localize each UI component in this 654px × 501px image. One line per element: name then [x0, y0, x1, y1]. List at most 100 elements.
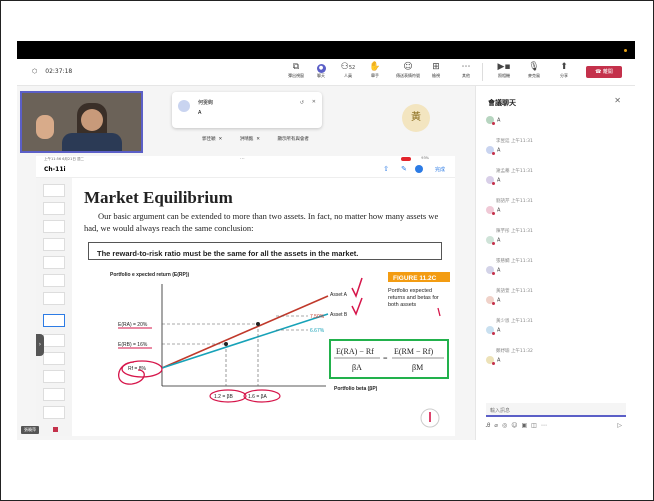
status-dot: [624, 49, 627, 52]
show-all-participants-link[interactable]: 顯示所有與會者: [277, 137, 309, 142]
more-icon[interactable]: ⋯: [541, 422, 551, 429]
sticker-icon[interactable]: ◫: [531, 422, 541, 429]
avatar: [486, 326, 495, 335]
share-button[interactable]: ⬆ 分享: [551, 62, 577, 79]
page-thumbnail[interactable]: [43, 202, 65, 215]
toolbar-label: 彈出視窗: [288, 73, 304, 78]
message-meta: 謝孟蓁 上午11:31: [496, 168, 533, 174]
share-icon[interactable]: ⇧: [383, 165, 389, 173]
participant-strip: 郭佳穎 ✕ 洪晴甄 ✕ 顯示所有與會者: [202, 136, 309, 142]
avatar: [486, 206, 495, 215]
participant-avatar[interactable]: 黃: [402, 104, 430, 132]
formula-box: [329, 339, 449, 379]
pen-tool-icon[interactable]: [415, 165, 423, 173]
message-time: 上午11:31: [510, 199, 533, 204]
gif-icon[interactable]: ▣: [521, 422, 531, 429]
page-thumbnail[interactable]: [43, 292, 65, 305]
avatar: [486, 236, 495, 245]
reactions-button[interactable]: ☺ 傳送表情符號: [393, 62, 423, 79]
loop-icon[interactable]: ◎: [502, 422, 511, 429]
message-meta: 陳芋彤 上午11:31: [496, 228, 533, 234]
avatar: [486, 146, 495, 155]
message-time: 上午11:31: [510, 259, 533, 264]
page-thumbnail[interactable]: [43, 352, 65, 365]
view-button[interactable]: ⊞ 檢視: [423, 62, 449, 79]
message-meta: 鄭妤瑜 上午11:32: [496, 348, 533, 354]
message-author: 張慈嫻: [496, 259, 510, 264]
avatar: [486, 116, 495, 125]
close-icon[interactable]: ✕: [614, 96, 621, 105]
raise-hand-icon: ✋: [369, 62, 381, 72]
participant-name[interactable]: 郭佳穎: [202, 137, 216, 142]
message-text: A: [497, 297, 501, 304]
attach-icon[interactable]: ⌀: [494, 422, 502, 429]
x-tick-b: 1.2 = βB: [214, 394, 234, 400]
highlight-box: The reward-to-risk ratio must be the sam…: [88, 242, 442, 260]
mic-button[interactable]: 🎙 麥克風: [521, 62, 547, 79]
page-thumbnail[interactable]: [43, 238, 65, 251]
share-tray-icon: ⧉: [292, 62, 300, 72]
figure-caption-line: returns and betas for: [388, 295, 439, 301]
send-icon[interactable]: ▷: [617, 422, 626, 429]
point-b: [224, 342, 228, 346]
raise-hand-button[interactable]: ✋ 舉手: [362, 62, 388, 79]
equilibrium-figure: Portfolio e xpected return (E(RP)) E(RA)…: [110, 272, 450, 428]
popout-button[interactable]: ⧉ 彈出視窗: [283, 62, 309, 79]
camera-button[interactable]: ▶▪ 照相機: [491, 62, 517, 79]
chat-notification[interactable]: 何雯絢 A ↺ ✕: [172, 92, 322, 128]
people-button[interactable]: ⚇52 人員: [335, 62, 361, 79]
sidebar-handle[interactable]: ›: [36, 334, 44, 356]
page-thumbnail[interactable]: [43, 184, 65, 197]
page-thumbnail-current[interactable]: [43, 314, 65, 327]
toolbar-label: 其他: [462, 73, 470, 78]
message-text: A: [497, 267, 501, 274]
chat-input[interactable]: 輸入訊息: [486, 403, 626, 417]
message-text: A: [497, 357, 501, 364]
message-meta: 李昱廷 上午11:31: [496, 138, 533, 144]
toolbar-label: 照相機: [498, 73, 510, 78]
page-thumbnail[interactable]: [43, 220, 65, 233]
y-tick-b: E(RB) = 16%: [118, 342, 148, 348]
emoji-icon[interactable]: ☺: [511, 422, 521, 429]
page-thumbnail[interactable]: [43, 334, 65, 347]
message-text: A: [497, 327, 501, 334]
y-axis-label: Portfolio e xpected return (E(RP)): [110, 272, 190, 278]
page-thumbnail[interactable]: [43, 388, 65, 401]
toolbar-label: 人員: [344, 73, 352, 78]
video-hand: [36, 115, 54, 139]
message-time: 上午11:31: [510, 229, 533, 234]
asset-b-label: Asset B: [330, 312, 348, 318]
reply-icon[interactable]: ↺: [300, 100, 304, 106]
mic-off-icon: ✕: [256, 137, 260, 142]
chat-message: A: [486, 326, 501, 335]
y-tick-a: E(RA) = 20%: [118, 322, 148, 328]
edit-icon[interactable]: ✎: [401, 165, 407, 173]
notification-text: A: [198, 110, 202, 116]
chat-compose-tools: Ꭿ⌀◎☺▣◫⋯ ▷: [486, 422, 626, 430]
y-tick-rf: Rf = 8%: [128, 366, 146, 372]
chat-input-placeholder: 輸入訊息: [490, 408, 511, 414]
app-badge: [53, 427, 58, 432]
avatar: [178, 100, 190, 112]
chat-message: A: [486, 236, 500, 245]
done-button[interactable]: 完成: [435, 166, 445, 173]
page-thumbnail[interactable]: [43, 256, 65, 269]
page-thumbnail[interactable]: [43, 370, 65, 383]
chat-button[interactable]: ● 聊天: [308, 62, 334, 79]
leave-button[interactable]: ☎ 離開: [586, 66, 622, 78]
participant-name[interactable]: 洪晴甄: [240, 137, 254, 142]
toolbar-label: 聊天: [317, 73, 325, 78]
people-icon: ⚇52: [340, 62, 356, 72]
toolbar-label: 麥克風: [528, 73, 540, 78]
more-button[interactable]: ⋯ 其他: [453, 62, 479, 79]
figure-label: FIGURE 11.2C: [393, 275, 437, 282]
close-icon[interactable]: ✕: [312, 99, 316, 105]
presenter-tag: 張曉萍: [21, 426, 39, 434]
asset-a-label: Asset A: [330, 292, 348, 298]
participant-video[interactable]: [20, 91, 143, 153]
page-thumbnail[interactable]: [43, 406, 65, 419]
page-thumbnail[interactable]: [43, 274, 65, 287]
window-top-bar: [17, 41, 635, 59]
more-icon: ⋯: [461, 62, 471, 72]
leave-label: 離開: [602, 69, 613, 75]
